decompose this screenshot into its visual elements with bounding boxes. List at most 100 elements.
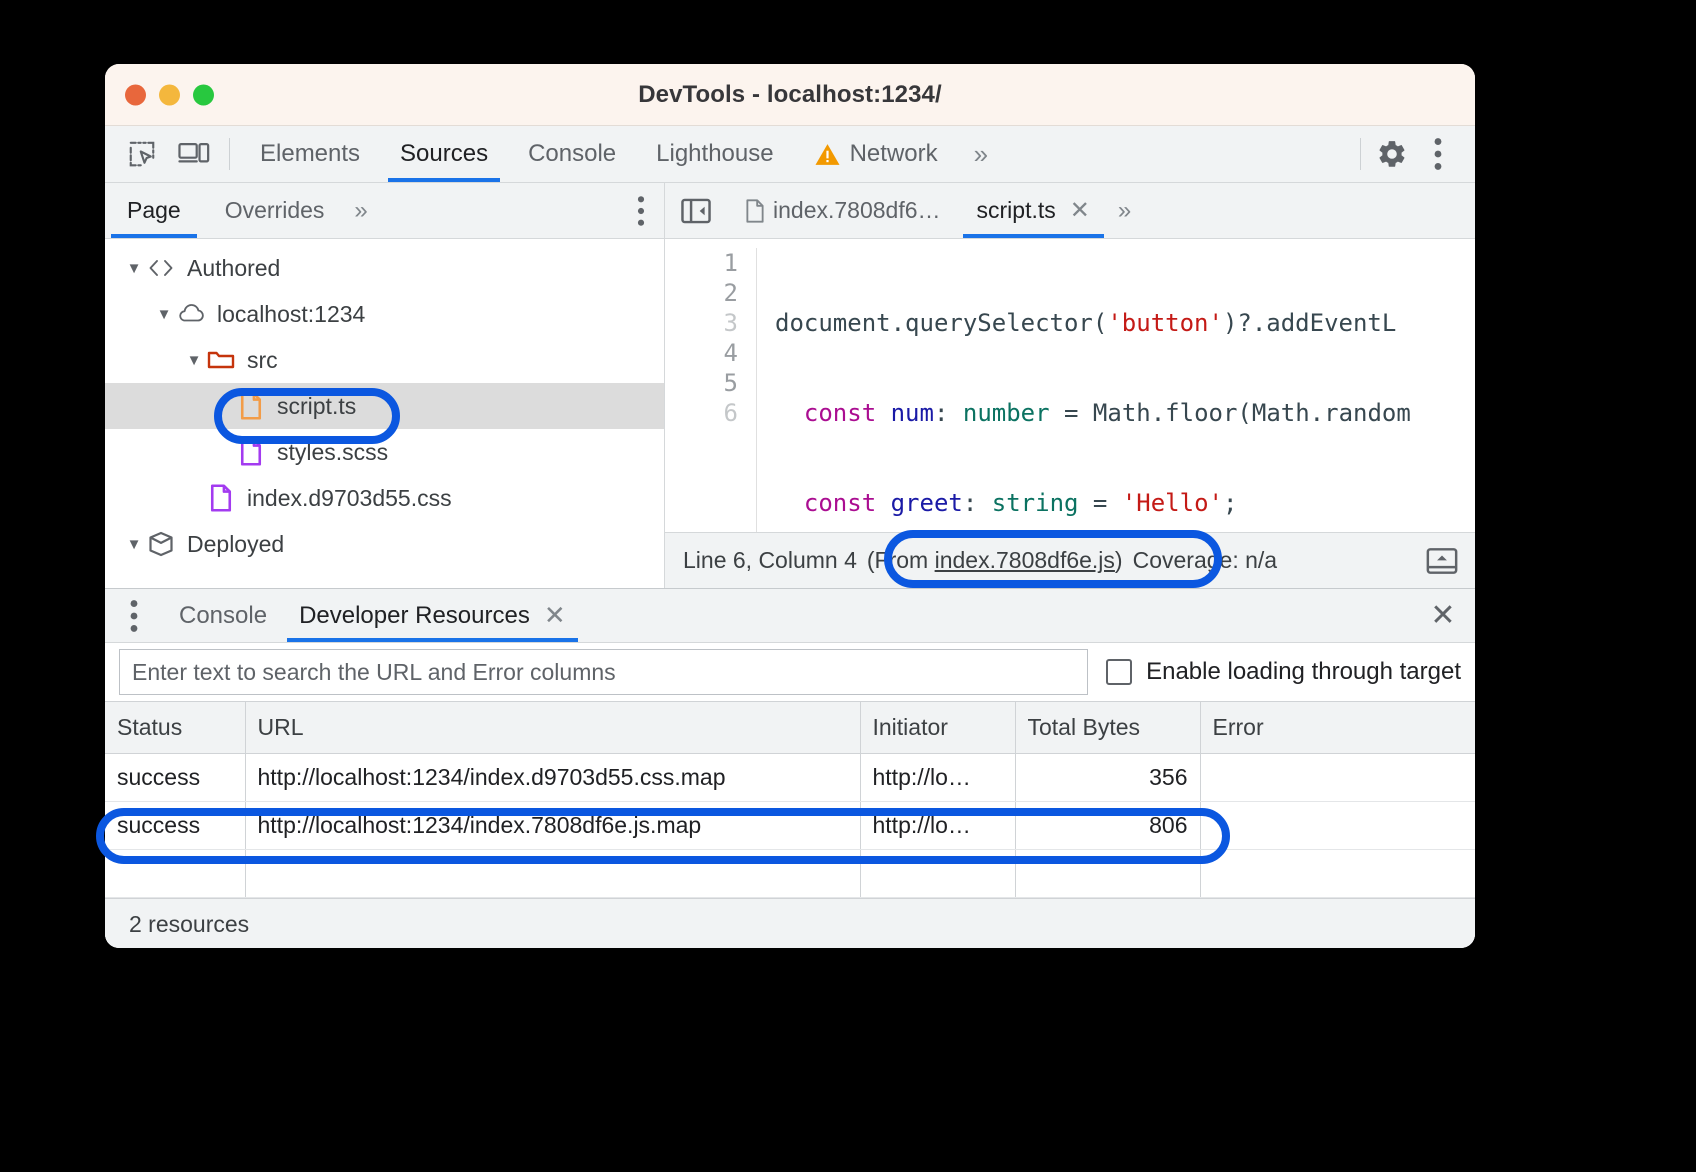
tab-elements[interactable]: Elements bbox=[240, 126, 380, 182]
editor-tab-label: script.ts bbox=[977, 197, 1056, 224]
tab-network[interactable]: Network bbox=[794, 126, 958, 182]
tab-sources-label: Sources bbox=[400, 140, 488, 168]
tab-lighthouse[interactable]: Lighthouse bbox=[636, 126, 793, 182]
coverage-status: Coverage: n/a bbox=[1133, 547, 1277, 574]
more-panels-button[interactable]: » bbox=[958, 126, 1004, 182]
checkbox-box-icon[interactable] bbox=[1106, 659, 1132, 685]
minimize-window-button[interactable] bbox=[159, 84, 180, 105]
traffic-lights bbox=[125, 84, 214, 105]
kebab-menu-icon[interactable] bbox=[1417, 133, 1459, 175]
drawer-tab-strip: Console Developer Resources ✕ ✕ bbox=[105, 589, 1475, 643]
nav-tab-page-label: Page bbox=[127, 197, 181, 224]
panel-tabs: Elements Sources Console Lighthouse bbox=[240, 126, 1350, 182]
line-number: 3 bbox=[665, 308, 738, 338]
editor-tabs: index.7808df6… script.ts ✕ » bbox=[665, 183, 1475, 239]
enable-loading-through-target-checkbox[interactable]: Enable loading through target bbox=[1106, 658, 1461, 686]
nav-tab-overrides[interactable]: Overrides bbox=[203, 183, 347, 238]
column-header-total-bytes[interactable]: Total Bytes bbox=[1015, 702, 1200, 754]
close-drawer-icon[interactable]: ✕ bbox=[1411, 589, 1475, 642]
gear-icon[interactable] bbox=[1371, 133, 1413, 175]
toolbar-left-icons bbox=[105, 126, 219, 182]
maximize-window-button[interactable] bbox=[193, 84, 214, 105]
tree-item-src[interactable]: ▼ src bbox=[105, 337, 664, 383]
code-line-2: const num: number = Math.floor(Math.rand… bbox=[775, 398, 1475, 428]
navigator-menu-icon[interactable] bbox=[618, 183, 664, 238]
nav-more-tabs-button[interactable]: » bbox=[346, 183, 375, 238]
code-editor[interactable]: 1 2 3 4 5 6 document.querySelector('butt… bbox=[665, 239, 1475, 532]
resources-count-footer: 2 resources bbox=[105, 898, 1475, 948]
device-toolbar-icon[interactable] bbox=[175, 135, 213, 173]
cell-initiator: http://lo… bbox=[860, 802, 1015, 850]
sources-panel-body: Page Overrides » bbox=[105, 183, 1475, 588]
tree-item-script-ts[interactable]: script.ts bbox=[105, 383, 664, 429]
column-header-status[interactable]: Status bbox=[105, 702, 245, 754]
cell-url: http://localhost:1234/index.7808df6e.js.… bbox=[245, 802, 860, 850]
editor-tab-index-js[interactable]: index.7808df6… bbox=[727, 183, 959, 238]
warning-triangle-icon bbox=[814, 142, 841, 166]
tree-item-authored[interactable]: ▼ Authored bbox=[105, 245, 664, 291]
devtools-main-toolbar: Elements Sources Console Lighthouse bbox=[105, 126, 1475, 183]
code-line-3: const greet: string = 'Hello'; bbox=[775, 488, 1475, 518]
table-row[interactable]: success http://localhost:1234/index.7808… bbox=[105, 802, 1475, 850]
cell-empty bbox=[105, 850, 245, 898]
cell-status: success bbox=[105, 802, 245, 850]
table-body: success http://localhost:1234/index.d970… bbox=[105, 754, 1475, 898]
tree-item-deployed[interactable]: ▼ Deployed bbox=[105, 521, 664, 567]
show-drawer-icon[interactable] bbox=[1419, 541, 1465, 581]
close-tab-icon[interactable]: ✕ bbox=[1070, 196, 1090, 225]
tab-console[interactable]: Console bbox=[508, 126, 636, 182]
nav-tab-overrides-label: Overrides bbox=[225, 197, 325, 224]
cell-empty bbox=[860, 850, 1015, 898]
editor-tab-script-ts[interactable]: script.ts ✕ bbox=[959, 183, 1108, 238]
tree-item-index-css[interactable]: index.d9703d55.css bbox=[105, 475, 664, 521]
editor-more-tabs-button[interactable]: » bbox=[1108, 183, 1141, 238]
line-number: 1 bbox=[665, 248, 738, 278]
nav-tab-page[interactable]: Page bbox=[105, 183, 203, 238]
source-origin-link[interactable]: (From index.7808df6e.js) bbox=[867, 547, 1123, 574]
tree-label: src bbox=[237, 347, 278, 374]
developer-resources-table: Status URL Initiator Total Bytes Error s… bbox=[105, 701, 1475, 898]
inspect-element-icon[interactable] bbox=[123, 135, 161, 173]
line-number: 2 bbox=[665, 278, 738, 308]
collapse-sidebar-icon[interactable] bbox=[665, 183, 727, 238]
code-brackets-icon bbox=[145, 258, 177, 278]
cell-url: http://localhost:1234/index.d9703d55.css… bbox=[245, 754, 860, 802]
from-prefix: (From bbox=[867, 547, 935, 573]
origin-file-link[interactable]: index.7808df6e.js bbox=[935, 547, 1115, 573]
editor-tab-label: index.7808df6… bbox=[773, 197, 941, 224]
twisty-icon[interactable]: ▼ bbox=[123, 536, 145, 553]
resources-filter-row: Enable loading through target bbox=[105, 643, 1475, 701]
tree-item-styles-scss[interactable]: styles.scss bbox=[105, 429, 664, 475]
cell-empty bbox=[1200, 850, 1475, 898]
editor-status-bar: Line 6, Column 4 (From index.7808df6e.js… bbox=[665, 532, 1475, 588]
tab-sources[interactable]: Sources bbox=[380, 126, 508, 182]
navigator-pane: Page Overrides » bbox=[105, 183, 665, 588]
toolbar-right-icons bbox=[1371, 126, 1475, 182]
search-input[interactable] bbox=[119, 649, 1088, 695]
tree-label: styles.scss bbox=[267, 439, 388, 466]
twisty-icon[interactable]: ▼ bbox=[123, 260, 145, 277]
tree-item-localhost[interactable]: ▼ localhost:1234 bbox=[105, 291, 664, 337]
table-row[interactable]: success http://localhost:1234/index.d970… bbox=[105, 754, 1475, 802]
tab-elements-label: Elements bbox=[260, 140, 360, 168]
code-content[interactable]: document.querySelector('button')?.addEve… bbox=[757, 248, 1475, 532]
nav-tabs-spacer bbox=[376, 183, 618, 238]
close-drawer-tab-icon[interactable]: ✕ bbox=[544, 600, 566, 631]
file-icon bbox=[235, 438, 267, 466]
drawer-menu-icon[interactable] bbox=[105, 589, 163, 642]
file-tree: ▼ Authored ▼ bbox=[105, 239, 664, 588]
twisty-icon[interactable]: ▼ bbox=[153, 306, 175, 323]
drawer-tab-console[interactable]: Console bbox=[163, 589, 283, 642]
close-window-button[interactable] bbox=[125, 84, 146, 105]
twisty-icon[interactable]: ▼ bbox=[183, 352, 205, 369]
checkbox-label: Enable loading through target bbox=[1146, 658, 1461, 686]
package-icon bbox=[145, 530, 177, 558]
column-header-url[interactable]: URL bbox=[245, 702, 860, 754]
file-icon bbox=[745, 199, 765, 223]
column-header-error[interactable]: Error bbox=[1200, 702, 1475, 754]
editor-pane: index.7808df6… script.ts ✕ » 1 2 3 4 5 bbox=[665, 183, 1475, 588]
line-number-gutter: 1 2 3 4 5 6 bbox=[665, 248, 757, 532]
folder-icon bbox=[205, 349, 237, 371]
column-header-initiator[interactable]: Initiator bbox=[860, 702, 1015, 754]
drawer-tab-developer-resources[interactable]: Developer Resources ✕ bbox=[283, 589, 582, 642]
